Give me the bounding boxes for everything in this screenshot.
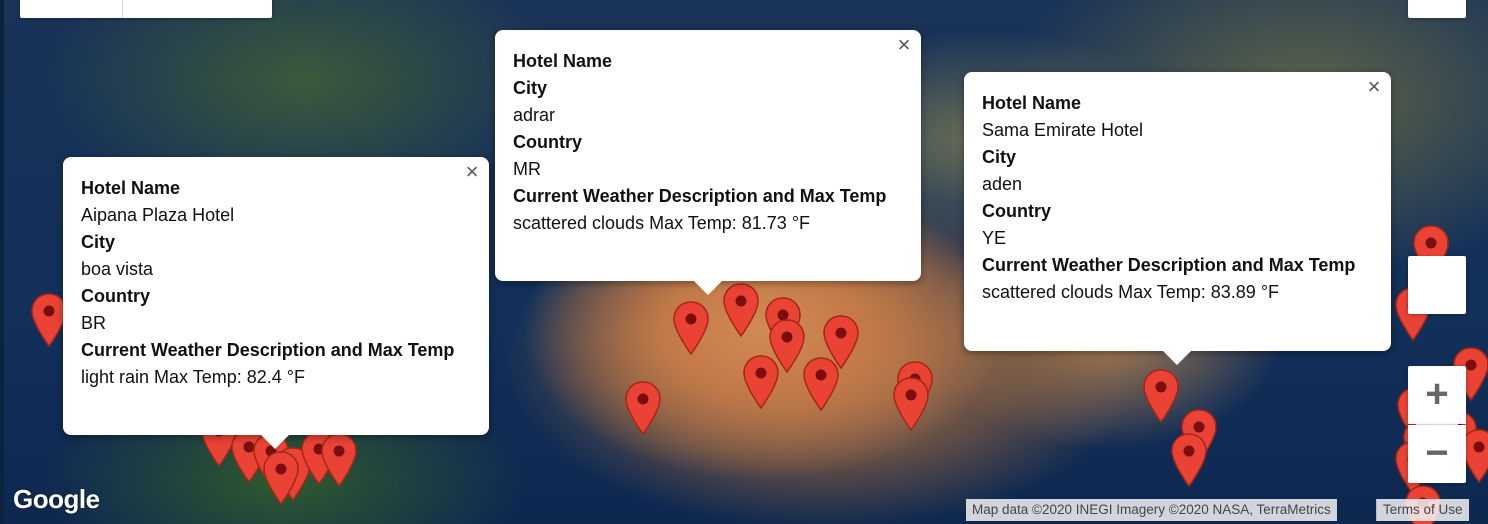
google-logo: Google xyxy=(13,484,100,514)
country-value: YE xyxy=(982,228,1007,248)
map-marker[interactable] xyxy=(1142,368,1180,424)
map-marker[interactable] xyxy=(892,376,930,432)
weather-label: Current Weather Description and Max Temp xyxy=(513,186,887,206)
weather-value: scattered clouds Max Temp: 81.73 °F xyxy=(513,213,811,233)
hotel-name-label: Hotel Name xyxy=(513,51,613,71)
info-window-tail xyxy=(261,435,289,449)
city-label: City xyxy=(513,78,548,98)
map-marker[interactable] xyxy=(742,354,780,410)
city-label: City xyxy=(982,147,1017,167)
hotel-name-value: Aipana Plaza Hotel xyxy=(81,205,235,225)
country-label: Country xyxy=(513,132,582,152)
map-marker[interactable] xyxy=(722,282,760,338)
info-window-adrar: × Hotel Name City adrar Country MR Curre… xyxy=(495,30,921,295)
info-window-tail xyxy=(694,281,722,295)
map-marker[interactable] xyxy=(1170,432,1208,488)
weather-value: scattered clouds Max Temp: 83.89 °F xyxy=(982,282,1280,302)
weather-value: light rain Max Temp: 82.4 °F xyxy=(81,367,305,387)
country-label: Country xyxy=(982,201,1051,221)
country-value: BR xyxy=(81,313,107,333)
city-value: boa vista xyxy=(81,259,154,279)
terms-of-use-link[interactable]: Terms of Use xyxy=(1376,499,1469,521)
hotel-name-value: Sama Emirate Hotel xyxy=(982,120,1144,140)
city-label: City xyxy=(81,232,116,252)
zoom-in-button[interactable]: + xyxy=(1408,366,1466,424)
info-window-boa-vista: × Hotel Name Aipana Plaza Hotel City boa… xyxy=(63,157,489,449)
close-icon[interactable]: × xyxy=(1363,76,1385,98)
zoom-out-button[interactable]: − xyxy=(1408,425,1466,483)
weather-label: Current Weather Description and Max Temp xyxy=(81,340,455,360)
hotel-name-label: Hotel Name xyxy=(982,93,1082,113)
city-value: adrar xyxy=(513,105,556,125)
info-window-aden: × Hotel Name Sama Emirate Hotel City ade… xyxy=(964,72,1391,365)
close-icon[interactable]: × xyxy=(461,161,483,183)
info-window-tail xyxy=(1163,351,1191,365)
map-marker[interactable] xyxy=(320,432,358,488)
map-type-control[interactable] xyxy=(20,0,272,18)
pegman-control[interactable] xyxy=(1408,256,1466,314)
country-value: MR xyxy=(513,159,541,179)
map-marker[interactable] xyxy=(672,300,710,356)
fullscreen-button[interactable] xyxy=(1408,0,1466,18)
country-label: Country xyxy=(81,286,150,306)
hotel-name-label: Hotel Name xyxy=(81,178,181,198)
info-window-content: Hotel Name City adrar Country MR Current… xyxy=(513,48,903,237)
close-icon[interactable]: × xyxy=(893,34,915,56)
city-value: aden xyxy=(982,174,1023,194)
map-marker[interactable] xyxy=(624,380,662,436)
map-marker[interactable] xyxy=(262,450,300,506)
map-marker[interactable] xyxy=(822,314,860,370)
map-attribution: Map data ©2020 INEGI Imagery ©2020 NASA,… xyxy=(966,499,1337,521)
info-window-content: Hotel Name Aipana Plaza Hotel City boa v… xyxy=(81,175,471,391)
map-type-divider xyxy=(122,0,123,18)
weather-label: Current Weather Description and Max Temp xyxy=(982,255,1356,275)
info-window-content: Hotel Name Sama Emirate Hotel City aden … xyxy=(982,90,1373,306)
